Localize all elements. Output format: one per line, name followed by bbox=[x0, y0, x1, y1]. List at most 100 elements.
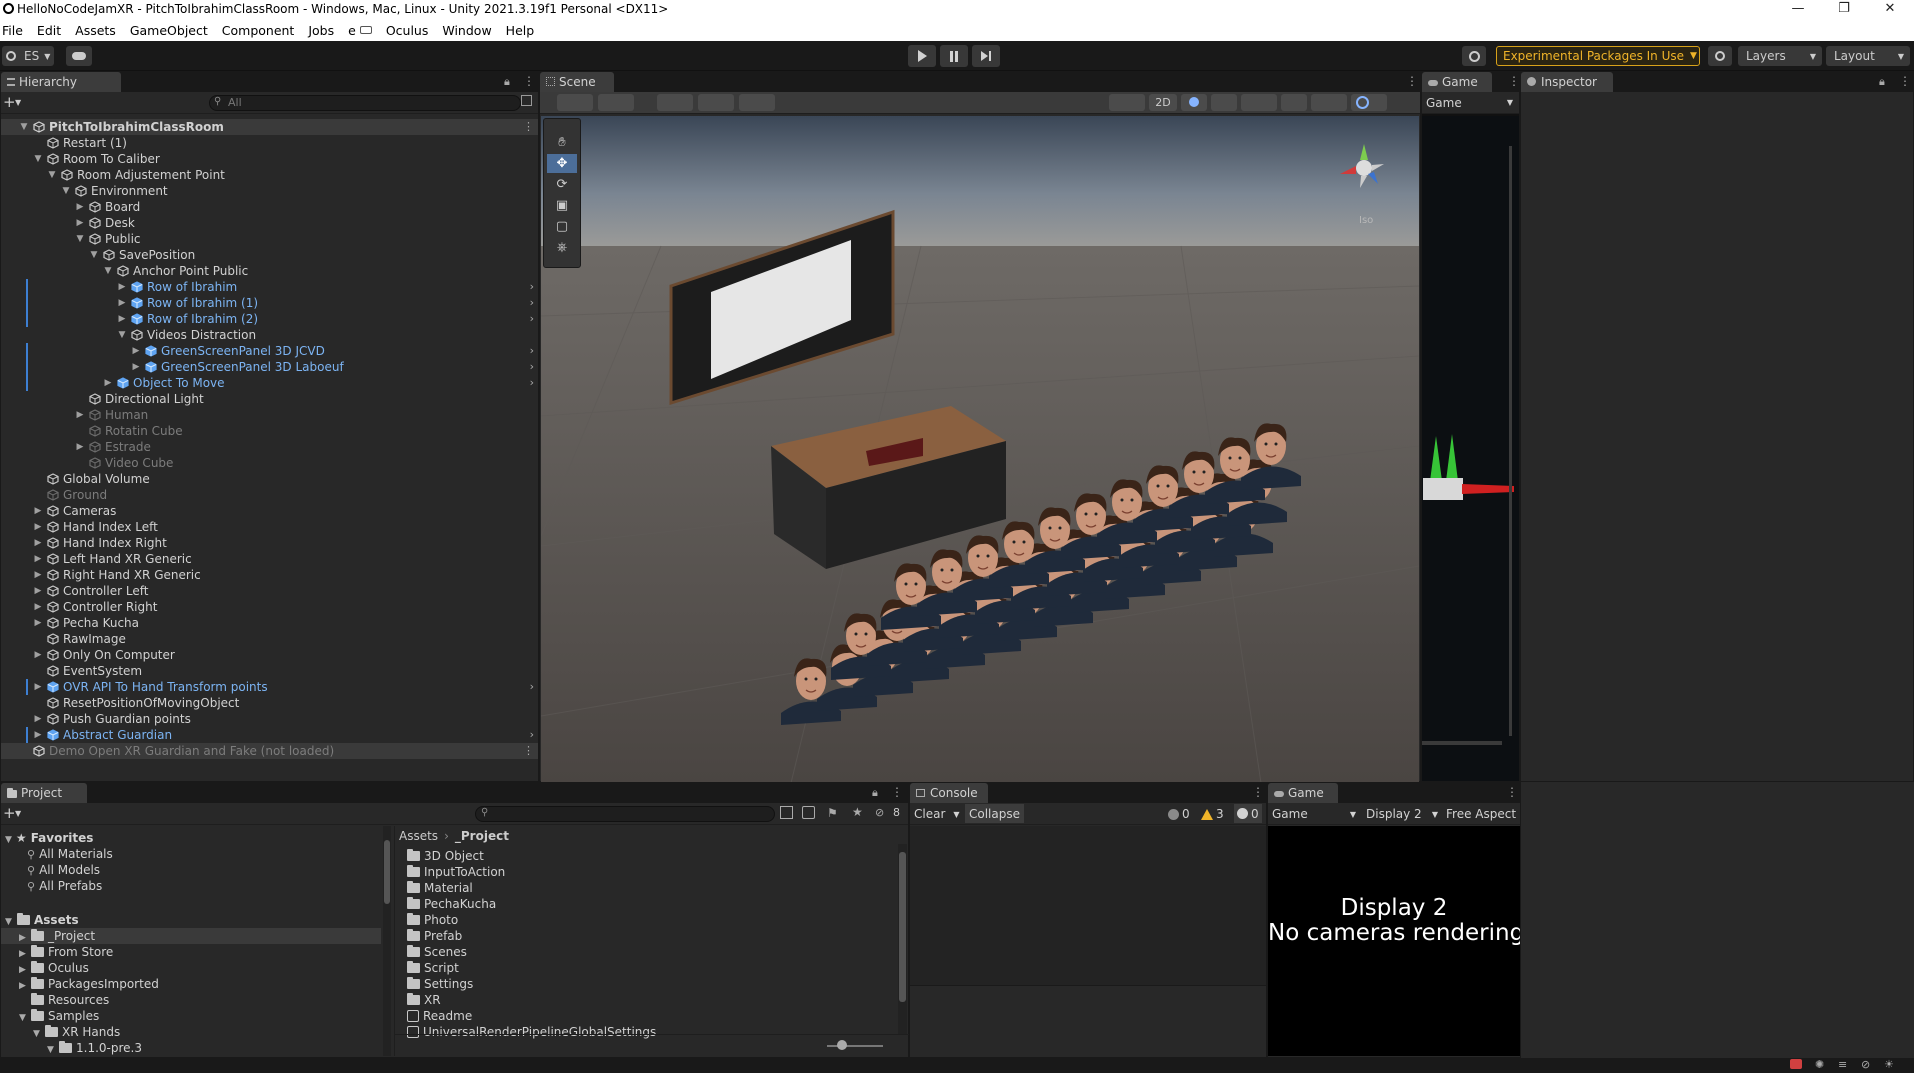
menu-edit[interactable]: Edit bbox=[37, 23, 61, 38]
scene-more-options-icon[interactable]: ⋮ bbox=[523, 743, 534, 759]
expand-arrow-open-icon[interactable]: ▼ bbox=[33, 151, 43, 167]
menu-jobs[interactable]: Jobs bbox=[308, 23, 334, 38]
expand-arrow-closed-icon[interactable]: ▶ bbox=[33, 679, 43, 695]
expand-arrow-closed-icon[interactable]: ▶ bbox=[33, 583, 43, 599]
search-button[interactable] bbox=[1708, 46, 1732, 66]
layers-status-icon[interactable]: ≡ bbox=[1838, 1058, 1847, 1071]
rect-tool-button[interactable]: ▢ bbox=[547, 217, 577, 236]
scale-tool-button[interactable]: ▣ bbox=[547, 196, 577, 215]
expand-arrow-closed-icon[interactable]: ▶ bbox=[33, 727, 43, 743]
folder-item[interactable]: XR bbox=[407, 992, 441, 1008]
menu-oculus[interactable]: Oculus bbox=[386, 23, 429, 38]
tab-inspector[interactable]: Inspector bbox=[1521, 72, 1613, 92]
hierarchy-item[interactable]: ▶ Object To Move › bbox=[1, 375, 538, 391]
toggle-2d-button[interactable]: 2D bbox=[1149, 94, 1177, 111]
lighting-toggle-button[interactable] bbox=[1181, 94, 1207, 111]
hierarchy-item[interactable]: ▶ Hand Index Left bbox=[1, 519, 538, 535]
more-options-icon[interactable]: ⋮ bbox=[1899, 74, 1911, 88]
favorite-all-materials[interactable]: ⚲ All Materials bbox=[27, 846, 113, 862]
pause-button[interactable] bbox=[940, 45, 968, 67]
folder-item[interactable]: Prefab bbox=[407, 928, 462, 944]
hierarchy-item[interactable]: ▶ Row of Ibrahim (2) › bbox=[1, 311, 538, 327]
tab-hierarchy[interactable]: Hierarchy bbox=[1, 72, 121, 92]
create-plus-icon[interactable]: + bbox=[3, 804, 16, 822]
hierarchy-item[interactable]: ▶ Row of Ibrahim › bbox=[1, 279, 538, 295]
grid-snap-button[interactable] bbox=[698, 94, 734, 111]
hierarchy-item[interactable]: ▶ Only On Computer bbox=[1, 647, 538, 663]
more-options-icon[interactable]: ⋮ bbox=[1508, 74, 1520, 88]
console-log-area[interactable] bbox=[910, 826, 1266, 986]
open-prefab-chevron-icon[interactable]: › bbox=[530, 375, 534, 391]
hierarchy-item[interactable]: ▶ OVR API To Hand Transform points › bbox=[1, 679, 538, 695]
filter-icon[interactable] bbox=[802, 806, 815, 819]
expand-arrow-open-icon[interactable]: ▼ bbox=[61, 183, 71, 199]
open-prefab-chevron-icon[interactable]: › bbox=[530, 359, 534, 375]
icon-size-slider[interactable] bbox=[827, 1045, 883, 1047]
expand-arrow-closed-icon[interactable]: ▶ bbox=[117, 279, 127, 295]
icon-size-slider-thumb[interactable] bbox=[837, 1040, 847, 1050]
hierarchy-item[interactable]: Demo Open XR Guardian and Fake (not load… bbox=[1, 743, 538, 759]
more-options-icon[interactable]: ⋮ bbox=[523, 74, 535, 88]
open-prefab-chevron-icon[interactable]: › bbox=[530, 679, 534, 695]
expand-arrow-open-icon[interactable]: ▼ bbox=[103, 263, 113, 279]
hierarchy-item[interactable]: EventSystem bbox=[1, 663, 538, 679]
layout-dropdown[interactable]: Layout ▼ bbox=[1826, 46, 1910, 66]
search-by-type-icon[interactable] bbox=[780, 806, 793, 819]
open-prefab-chevron-icon[interactable]: › bbox=[530, 295, 534, 311]
open-prefab-chevron-icon[interactable]: › bbox=[530, 311, 534, 327]
expand-arrow-open-icon[interactable]: ▼ bbox=[47, 167, 57, 183]
more-options-icon[interactable]: ⋮ bbox=[1506, 785, 1518, 799]
menu-assets[interactable]: Assets bbox=[75, 23, 116, 38]
game-small-dropdown[interactable]: Game bbox=[1426, 96, 1462, 110]
play-button[interactable] bbox=[908, 45, 936, 67]
expand-arrow-open-icon[interactable]: ▼ bbox=[75, 231, 85, 247]
clear-button[interactable]: Clear ▼ bbox=[914, 806, 960, 822]
hierarchy-item[interactable]: ▶ Cameras bbox=[1, 503, 538, 519]
expand-arrow-closed-icon[interactable]: ▶ bbox=[33, 711, 43, 727]
favorites-header[interactable]: ▼ ★ Favorites bbox=[5, 830, 93, 846]
hierarchy-item[interactable]: ▶ Controller Left bbox=[1, 583, 538, 599]
aspect-dropdown[interactable]: Free Aspect bbox=[1446, 806, 1522, 822]
asset-folder-item[interactable]: ▼ 1.1.0-pre.3 bbox=[1, 1040, 381, 1056]
hierarchy-item[interactable]: ▼ PitchToIbrahimClassRoom ⋮ bbox=[1, 119, 538, 135]
collapse-button[interactable]: Collapse bbox=[965, 804, 1024, 823]
expand-arrow-closed-icon[interactable]: ▶ bbox=[75, 439, 85, 455]
shading-mode-button[interactable] bbox=[598, 94, 634, 111]
log-count-toggle[interactable]: 0 bbox=[1234, 804, 1262, 823]
audio-toggle-button[interactable] bbox=[1211, 94, 1237, 111]
asset-folder-item[interactable]: ▶ _Project bbox=[1, 928, 381, 944]
menu-oculus-icon[interactable] bbox=[359, 26, 372, 34]
scene-more-options-icon[interactable]: ⋮ bbox=[523, 119, 534, 135]
tab-scene[interactable]: Scene bbox=[540, 72, 614, 92]
more-options-icon[interactable]: ⋮ bbox=[891, 785, 903, 799]
snap-button[interactable] bbox=[657, 94, 693, 111]
hierarchy-item[interactable]: ▶ GreenScreenPanel 3D JCVD › bbox=[1, 343, 538, 359]
folder-item[interactable]: 3D Object bbox=[407, 848, 484, 864]
hierarchy-item[interactable]: ▼ Room To Caliber bbox=[1, 151, 538, 167]
hierarchy-search-input[interactable]: All bbox=[209, 95, 521, 111]
hierarchy-item[interactable]: ▼ SavePosition bbox=[1, 247, 538, 263]
favorite-star-icon[interactable]: ★ bbox=[852, 805, 863, 819]
hierarchy-item[interactable]: RawImage bbox=[1, 631, 538, 647]
gizmos-button[interactable] bbox=[1351, 94, 1387, 111]
tab-game-small[interactable]: Game bbox=[1422, 72, 1492, 92]
breadcrumb-project[interactable]: _Project bbox=[455, 829, 509, 843]
expand-arrow-open-icon[interactable]: ▼ bbox=[117, 327, 127, 343]
hierarchy-item[interactable]: Global Volume bbox=[1, 471, 538, 487]
menu-gameobject[interactable]: GameObject bbox=[130, 23, 208, 38]
hierarchy-item[interactable]: Directional Light bbox=[1, 391, 538, 407]
minimize-button[interactable]: — bbox=[1775, 0, 1821, 19]
expand-arrow-closed-icon[interactable]: ▶ bbox=[131, 359, 141, 375]
project-search-input[interactable] bbox=[475, 806, 775, 822]
hierarchy-item[interactable]: ▶ GreenScreenPanel 3D Laboeuf › bbox=[1, 359, 538, 375]
menu-file[interactable]: File bbox=[2, 23, 23, 38]
hierarchy-item[interactable]: ▶ Board bbox=[1, 199, 538, 215]
transform-tool-button[interactable]: ⎈ bbox=[547, 238, 577, 257]
folder-item[interactable]: Scenes bbox=[407, 944, 467, 960]
asset-folder-item[interactable]: ▶ PackagesImported bbox=[1, 976, 381, 992]
breadcrumb-assets[interactable]: Assets bbox=[399, 829, 438, 843]
close-button[interactable]: ✕ bbox=[1867, 0, 1913, 19]
expand-arrow-closed-icon[interactable]: ▶ bbox=[75, 215, 85, 231]
menu-e[interactable]: e bbox=[348, 23, 356, 38]
warning-count-toggle[interactable]: 3 bbox=[1201, 806, 1224, 822]
